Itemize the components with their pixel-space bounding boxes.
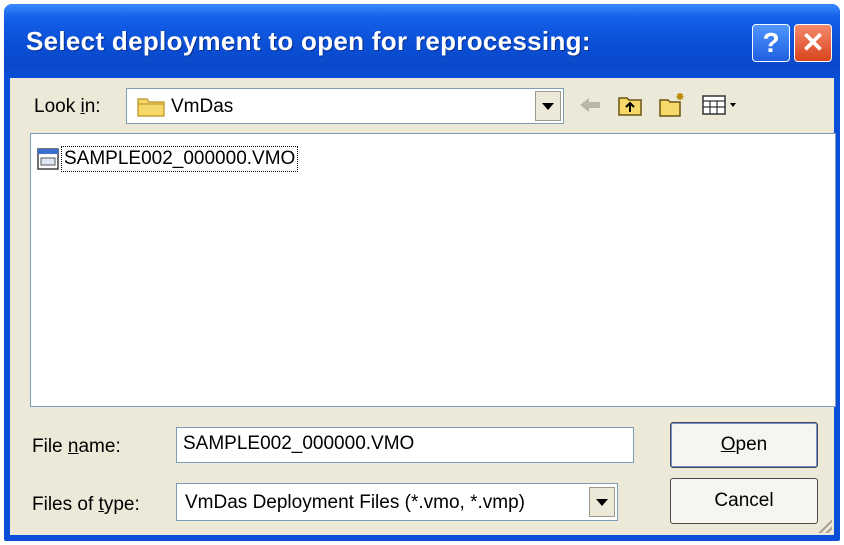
look-in-value: VmDas	[171, 96, 234, 117]
list-item[interactable]: SAMPLE002_000000.VMO	[37, 144, 299, 174]
look-in-combo[interactable]: VmDas	[126, 88, 564, 124]
chevron-down-icon	[542, 102, 554, 110]
files-of-type-value: VmDas Deployment Files (*.vmo, *.vmp)	[185, 492, 525, 513]
folder-icon	[137, 98, 165, 117]
look-in-label: Look in:	[34, 96, 101, 117]
help-button[interactable]: ?	[752, 24, 790, 62]
chevron-down-icon	[596, 498, 608, 506]
dialog-body: Look in: VmDas SAMPLE002_000000.VMO File…	[10, 78, 836, 535]
dialog-title: Select deployment to open for reprocessi…	[26, 26, 591, 56]
open-button[interactable]: Open	[670, 422, 818, 468]
resize-grip[interactable]	[816, 517, 832, 533]
new-folder-icon[interactable]	[658, 91, 686, 119]
look-in-dropdown-button[interactable]	[535, 91, 561, 121]
view-menu-icon[interactable]	[700, 91, 740, 119]
files-of-type-label: Files of type:	[32, 494, 140, 515]
file-name-input[interactable]: SAMPLE002_000000.VMO	[176, 427, 634, 463]
back-arrow-icon[interactable]	[576, 91, 604, 119]
up-folder-icon[interactable]	[616, 91, 644, 119]
title-bar[interactable]: Select deployment to open for reprocessi…	[4, 4, 840, 78]
files-of-type-dropdown-button[interactable]	[589, 487, 615, 517]
vmo-file-icon	[37, 148, 59, 170]
cancel-button[interactable]: Cancel	[670, 478, 818, 524]
file-list[interactable]: SAMPLE002_000000.VMO	[30, 133, 836, 407]
file-name-text: SAMPLE002_000000.VMO	[61, 146, 299, 172]
files-of-type-combo[interactable]: VmDas Deployment Files (*.vmo, *.vmp)	[176, 483, 618, 521]
file-name-label: File name:	[32, 436, 121, 457]
close-button[interactable]: ✕	[794, 24, 832, 62]
dialog-window: Select deployment to open for reprocessi…	[4, 4, 840, 541]
